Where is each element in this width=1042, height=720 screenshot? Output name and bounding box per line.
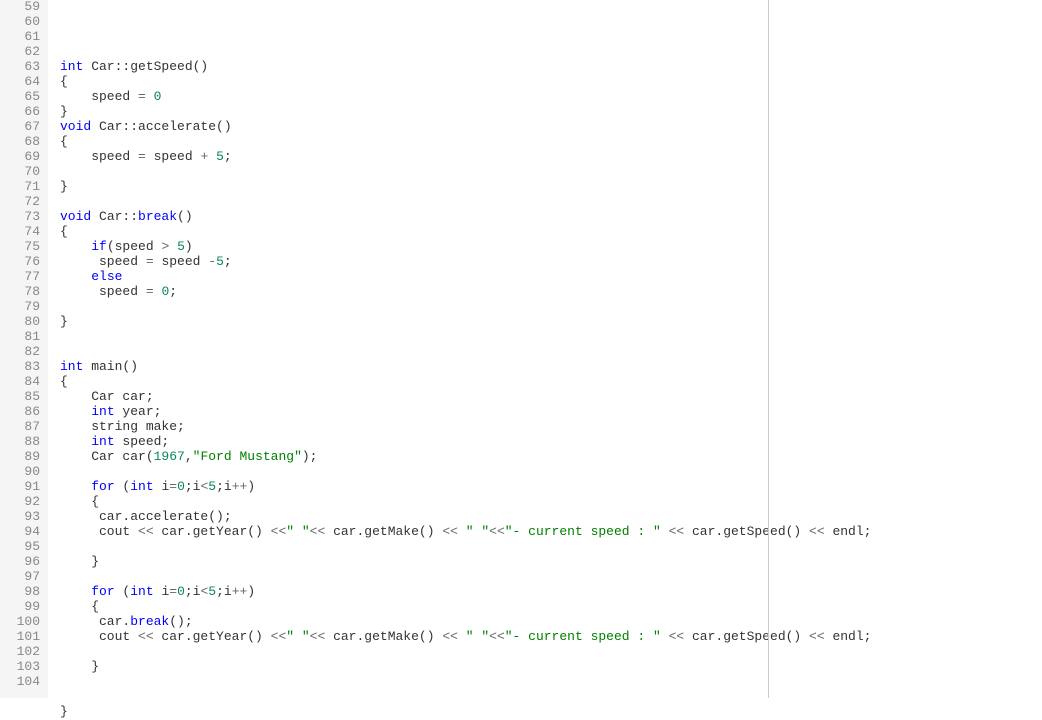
line-number: 71 [4, 180, 40, 195]
line-number: 85 [4, 390, 40, 405]
line-number: 88 [4, 435, 40, 450]
code-line[interactable]: } [60, 555, 1042, 570]
line-number: 65 [4, 90, 40, 105]
code-line[interactable]: int main() [60, 360, 1042, 375]
code-line[interactable] [60, 570, 1042, 585]
line-number: 86 [4, 405, 40, 420]
line-number: 96 [4, 555, 40, 570]
code-line[interactable] [60, 345, 1042, 360]
line-number: 62 [4, 45, 40, 60]
code-line[interactable]: speed = 0 [60, 90, 1042, 105]
line-number: 84 [4, 375, 40, 390]
line-number-gutter: 5960616263646566676869707172737475767778… [0, 0, 48, 698]
code-line[interactable]: } [60, 105, 1042, 120]
code-line[interactable] [60, 645, 1042, 660]
code-line[interactable]: Car car; [60, 390, 1042, 405]
line-number: 64 [4, 75, 40, 90]
code-line[interactable]: cout << car.getYear() <<" "<< car.getMak… [60, 525, 1042, 540]
line-number: 102 [4, 645, 40, 660]
line-number: 99 [4, 600, 40, 615]
line-number: 78 [4, 285, 40, 300]
line-number: 69 [4, 150, 40, 165]
code-line[interactable]: else [60, 270, 1042, 285]
line-number: 94 [4, 525, 40, 540]
line-number: 80 [4, 315, 40, 330]
code-editor-area[interactable]: int Car::getSpeed(){ speed = 0}void Car:… [48, 0, 1042, 698]
code-line[interactable] [60, 300, 1042, 315]
code-line[interactable] [60, 540, 1042, 555]
line-number: 82 [4, 345, 40, 360]
line-number: 92 [4, 495, 40, 510]
code-line[interactable] [60, 30, 1042, 45]
line-number: 67 [4, 120, 40, 135]
line-number: 103 [4, 660, 40, 675]
code-line[interactable]: car.accelerate(); [60, 510, 1042, 525]
code-line[interactable]: int year; [60, 405, 1042, 420]
line-number: 90 [4, 465, 40, 480]
line-number: 89 [4, 450, 40, 465]
code-line[interactable] [60, 675, 1042, 690]
code-line[interactable] [60, 45, 1042, 60]
code-line[interactable]: Car car(1967,"Ford Mustang"); [60, 450, 1042, 465]
code-line[interactable]: } [60, 660, 1042, 675]
line-number: 72 [4, 195, 40, 210]
line-number: 83 [4, 360, 40, 375]
code-line[interactable]: for (int i=0;i<5;i++) [60, 585, 1042, 600]
line-number: 79 [4, 300, 40, 315]
code-line[interactable]: } [60, 705, 1042, 720]
code-line[interactable]: { [60, 600, 1042, 615]
code-line[interactable]: for (int i=0;i<5;i++) [60, 480, 1042, 495]
code-line[interactable] [60, 465, 1042, 480]
code-line[interactable]: } [60, 180, 1042, 195]
code-line[interactable] [60, 690, 1042, 705]
code-line[interactable]: speed = speed -5; [60, 255, 1042, 270]
line-number: 104 [4, 675, 40, 690]
line-number: 95 [4, 540, 40, 555]
code-line[interactable]: void Car::accelerate() [60, 120, 1042, 135]
line-number: 81 [4, 330, 40, 345]
line-number: 93 [4, 510, 40, 525]
line-number: 100 [4, 615, 40, 630]
code-line[interactable]: { [60, 75, 1042, 90]
code-line[interactable]: car.break(); [60, 615, 1042, 630]
line-number: 97 [4, 570, 40, 585]
code-line[interactable]: string make; [60, 420, 1042, 435]
code-line[interactable]: int Car::getSpeed() [60, 60, 1042, 75]
code-line[interactable]: if(speed > 5) [60, 240, 1042, 255]
line-number: 101 [4, 630, 40, 645]
code-line[interactable]: } [60, 315, 1042, 330]
line-number: 98 [4, 585, 40, 600]
code-line[interactable]: { [60, 495, 1042, 510]
code-line[interactable]: int speed; [60, 435, 1042, 450]
code-line[interactable]: cout << car.getYear() <<" "<< car.getMak… [60, 630, 1042, 645]
line-number: 63 [4, 60, 40, 75]
line-number: 75 [4, 240, 40, 255]
line-number: 74 [4, 225, 40, 240]
line-number: 61 [4, 30, 40, 45]
line-number: 60 [4, 15, 40, 30]
code-line[interactable]: { [60, 225, 1042, 240]
line-number: 68 [4, 135, 40, 150]
line-number: 76 [4, 255, 40, 270]
line-number: 73 [4, 210, 40, 225]
code-line[interactable]: { [60, 135, 1042, 150]
code-line[interactable] [60, 165, 1042, 180]
line-number: 91 [4, 480, 40, 495]
code-line[interactable]: speed = speed + 5; [60, 150, 1042, 165]
line-number: 66 [4, 105, 40, 120]
line-number: 70 [4, 165, 40, 180]
line-number: 87 [4, 420, 40, 435]
line-number: 77 [4, 270, 40, 285]
line-number: 59 [4, 0, 40, 15]
code-line[interactable] [60, 195, 1042, 210]
code-line[interactable]: speed = 0; [60, 285, 1042, 300]
code-line[interactable]: { [60, 375, 1042, 390]
code-line[interactable]: void Car::break() [60, 210, 1042, 225]
code-line[interactable] [60, 330, 1042, 345]
